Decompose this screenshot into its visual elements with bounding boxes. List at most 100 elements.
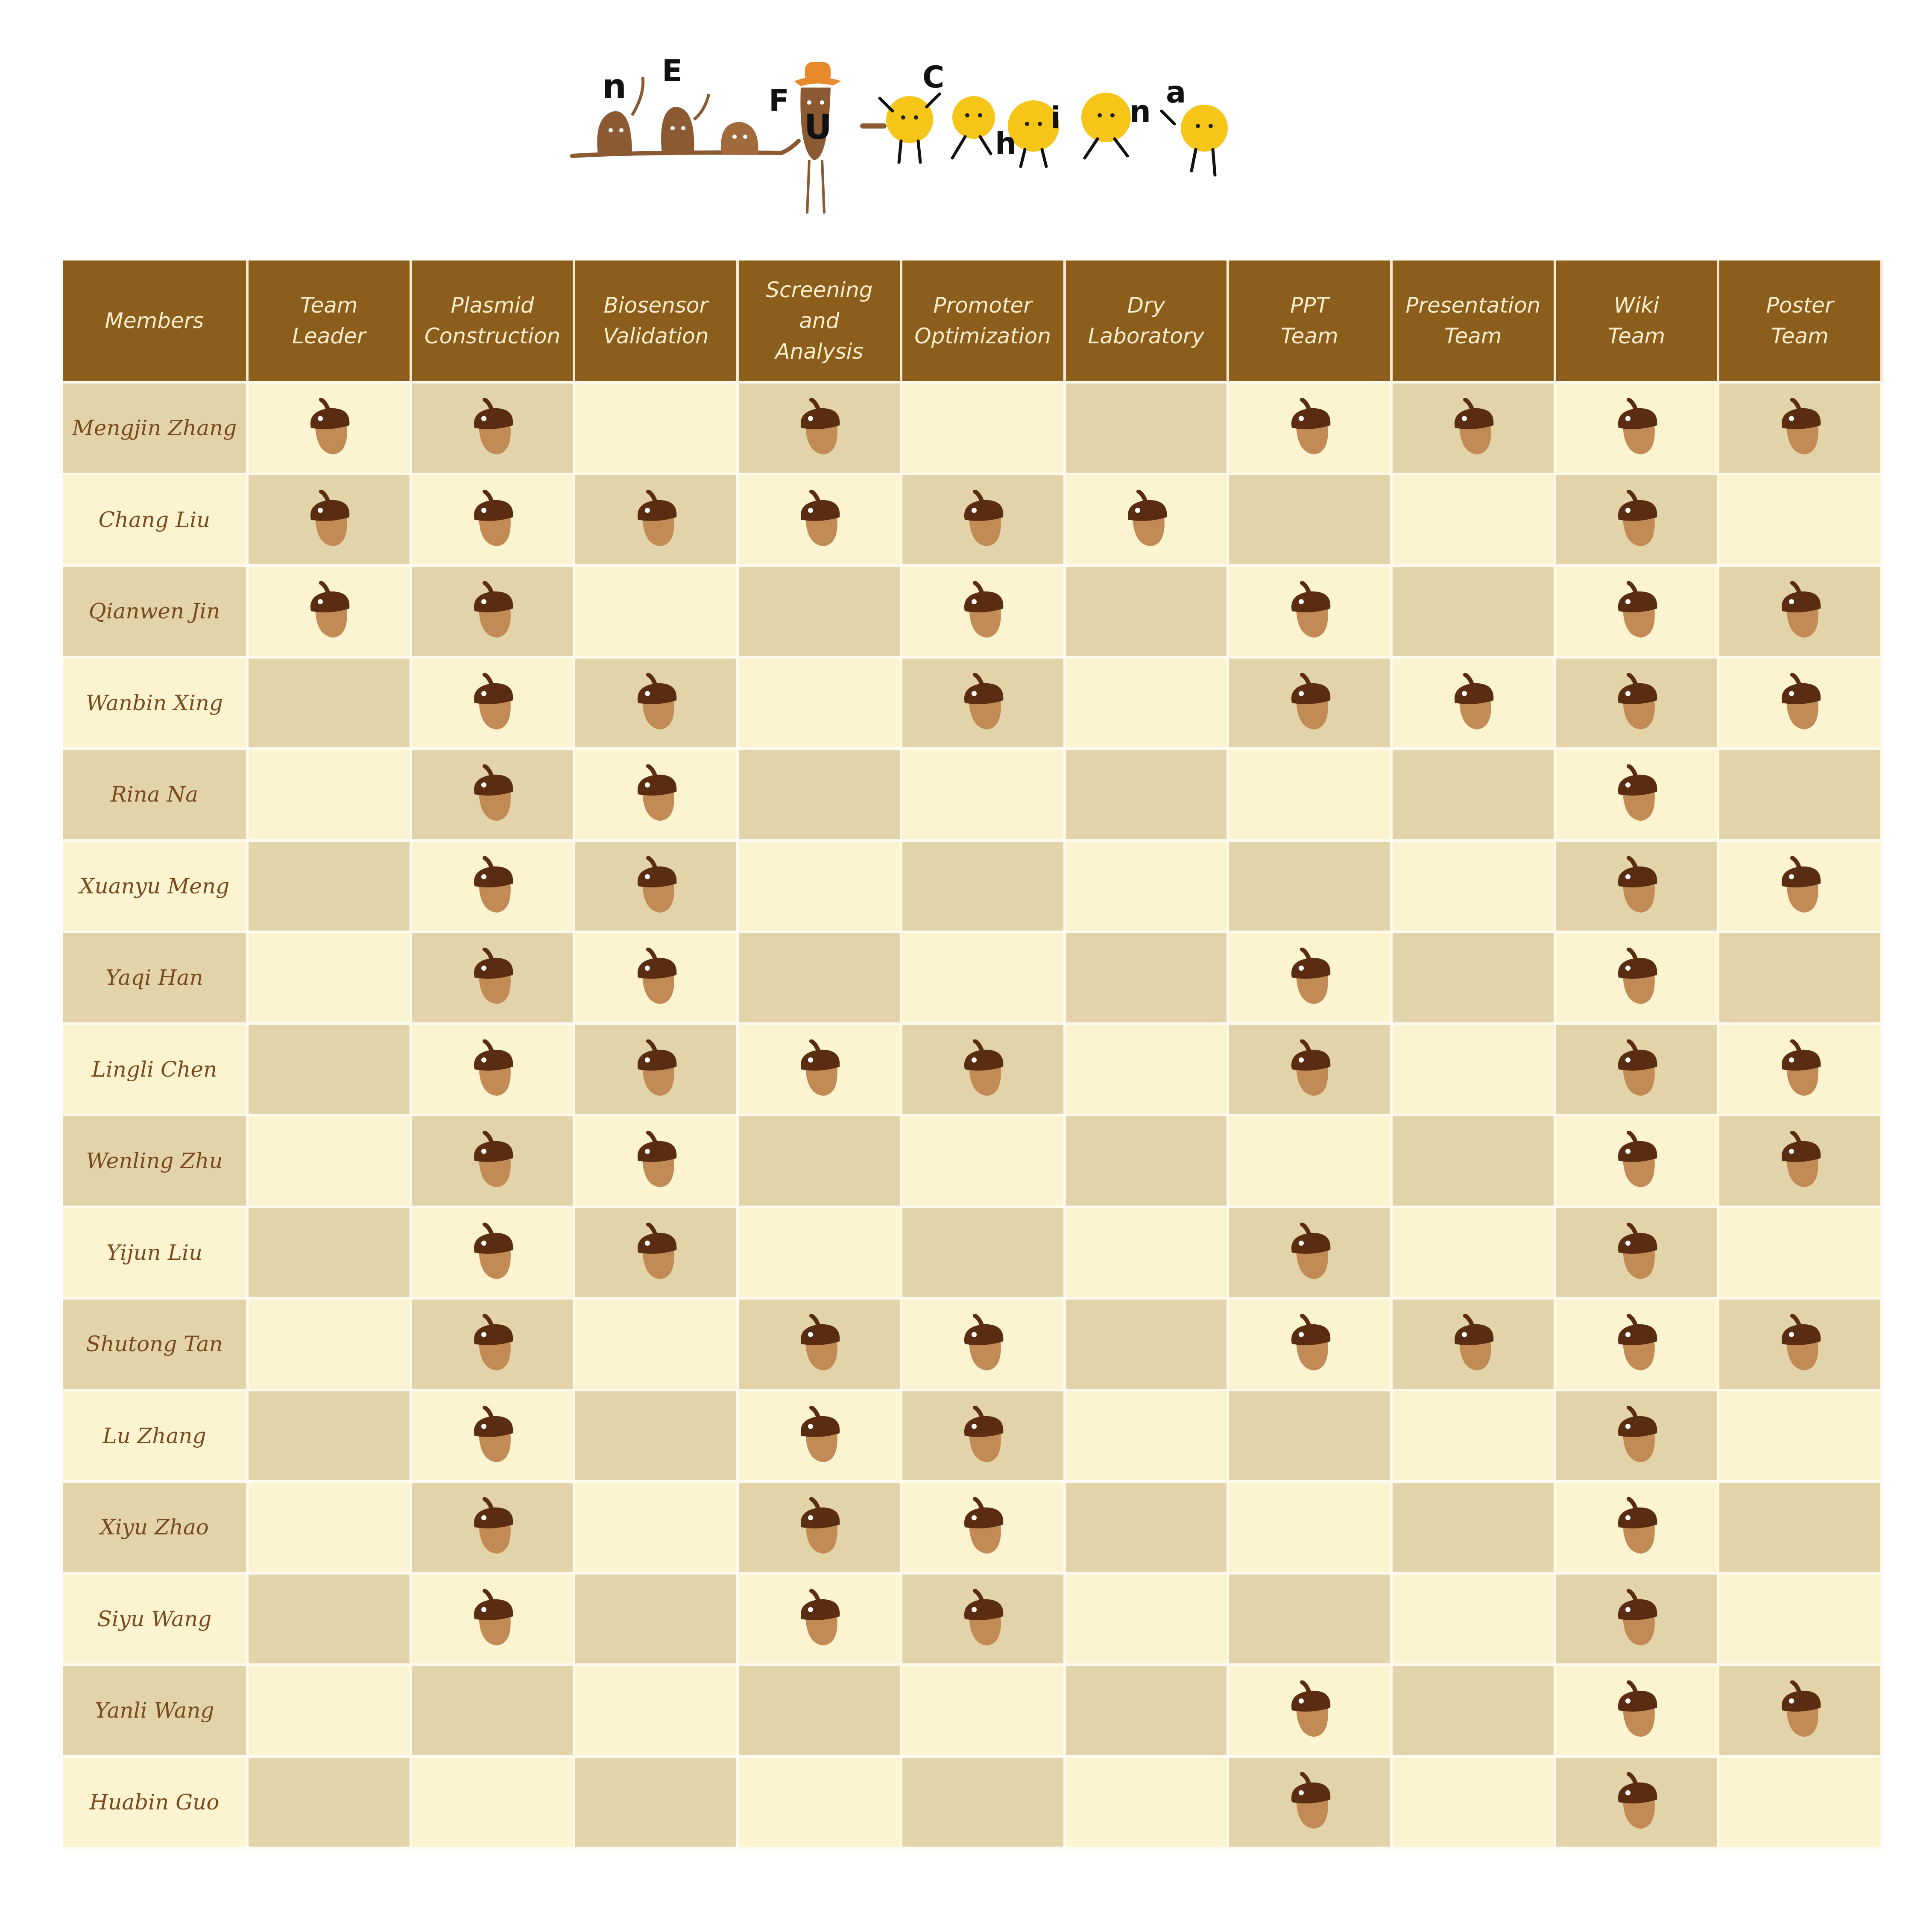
- table-cell: [412, 750, 576, 842]
- table-cell: [739, 1025, 902, 1116]
- acorn-icon: [1284, 1314, 1335, 1374]
- table-cell: [412, 1483, 576, 1575]
- table-cell: [1229, 1666, 1393, 1758]
- member-name: Chang Liu: [63, 475, 249, 567]
- acorn-icon: [467, 764, 518, 824]
- acorn-icon: [1284, 1039, 1335, 1099]
- table-cell: [1392, 658, 1556, 750]
- acorn-icon: [1611, 1314, 1662, 1374]
- table-cell: [739, 567, 902, 659]
- table-cell: [902, 1025, 1066, 1116]
- table-cell: [1719, 841, 1883, 933]
- acorn-icon: [1611, 1772, 1662, 1832]
- table-cell: [1392, 750, 1556, 842]
- logo-letter-h: h: [995, 126, 1016, 161]
- table-cell: [249, 1483, 412, 1575]
- header-line1: Wiki: [1613, 293, 1660, 318]
- table-cell: [1392, 1574, 1556, 1666]
- table-cell: [1556, 841, 1720, 933]
- logo-letter-i: i: [1051, 100, 1061, 135]
- table-cell: [249, 383, 412, 475]
- table-cell: [249, 658, 412, 750]
- member-name: Yaqi Han: [63, 933, 249, 1025]
- table-cell: [575, 1574, 739, 1666]
- acorn-icon: [467, 1497, 518, 1557]
- acorn-icon: [630, 1039, 682, 1099]
- acorn-icon: [1284, 1680, 1335, 1740]
- table-cell: [902, 1757, 1066, 1849]
- table-cell: [1392, 933, 1556, 1025]
- acorn-icon: [1611, 1223, 1662, 1282]
- table-cell: [1229, 933, 1393, 1025]
- acorn-icon: [1447, 398, 1499, 458]
- header-column: Presentation Team: [1392, 261, 1556, 383]
- table-cell: [1556, 383, 1720, 475]
- table-cell: [1392, 1666, 1556, 1758]
- header-line2: Leader: [292, 324, 366, 348]
- table-cell: [249, 1757, 412, 1849]
- table-cell: [1556, 933, 1720, 1025]
- table-cell: [739, 1757, 902, 1849]
- acorn-icon: [1447, 673, 1499, 733]
- table-cell: [1229, 1300, 1393, 1391]
- table-cell: [1719, 1757, 1883, 1849]
- acorn-icon: [1284, 1772, 1335, 1832]
- acorn-icon: [1774, 1314, 1826, 1374]
- table-cell: [1719, 658, 1883, 750]
- member-name: Rina Na: [63, 750, 249, 842]
- acorn-icon: [1774, 398, 1826, 458]
- table-cell: [739, 1116, 902, 1208]
- table-cell: [1066, 383, 1229, 475]
- table-cell: [249, 1116, 412, 1208]
- table-cell: [1229, 1483, 1393, 1575]
- member-name: Shutong Tan: [63, 1300, 249, 1391]
- table-cell: [1229, 567, 1393, 659]
- table-cell: [902, 1208, 1066, 1300]
- table-cell: [1229, 1025, 1393, 1116]
- table-cell: [739, 1300, 902, 1391]
- table-cell: [1719, 1483, 1883, 1575]
- acorn-icon: [1774, 1039, 1826, 1099]
- table-cell: [902, 750, 1066, 842]
- acorn-icon: [1611, 398, 1662, 458]
- table-cell: [1066, 1574, 1229, 1666]
- header-line1: PPT: [1290, 293, 1329, 318]
- acorn-icon: [1611, 1497, 1662, 1557]
- table-cell: [902, 841, 1066, 933]
- table-cell: [575, 933, 739, 1025]
- table-cell: [1066, 1116, 1229, 1208]
- table-cell: [249, 1025, 412, 1116]
- table-cell: [1392, 1757, 1556, 1849]
- acorn-icon: [467, 490, 518, 550]
- acorn-icon: [793, 1589, 845, 1649]
- table-cell: [575, 1208, 739, 1300]
- header-line1: Biosensor: [603, 293, 708, 318]
- table-cell: [1066, 1757, 1229, 1849]
- header-line1: Poster: [1766, 293, 1834, 318]
- logo-letter-e: E: [662, 53, 682, 88]
- acorn-icon: [793, 1497, 845, 1557]
- table-cell: [1066, 1483, 1229, 1575]
- table-cell: [575, 1483, 739, 1575]
- acorn-icon: [1611, 856, 1662, 916]
- table-cell: [1719, 1208, 1883, 1300]
- acorn-icon: [467, 948, 518, 1007]
- acorn-icon: [630, 1223, 682, 1282]
- table-cell: [1392, 1300, 1556, 1391]
- table-cell: [1229, 1391, 1393, 1483]
- table-cell: [412, 1666, 576, 1758]
- table-cell: [249, 750, 412, 842]
- table-cell: [1066, 750, 1229, 842]
- acorn-icon: [303, 490, 354, 550]
- table-cell: [1719, 1666, 1883, 1758]
- member-name: Wenling Zhu: [63, 1116, 249, 1208]
- table-cell: [1556, 1208, 1720, 1300]
- member-name: Mengjin Zhang: [63, 383, 249, 475]
- acorn-icon: [1611, 1039, 1662, 1099]
- table-cell: [575, 1391, 739, 1483]
- member-name: Huabin Guo: [63, 1757, 249, 1849]
- table-cell: [902, 1666, 1066, 1758]
- table-cell: [1229, 1757, 1393, 1849]
- table-cell: [1556, 567, 1720, 659]
- table-cell: [1229, 475, 1393, 567]
